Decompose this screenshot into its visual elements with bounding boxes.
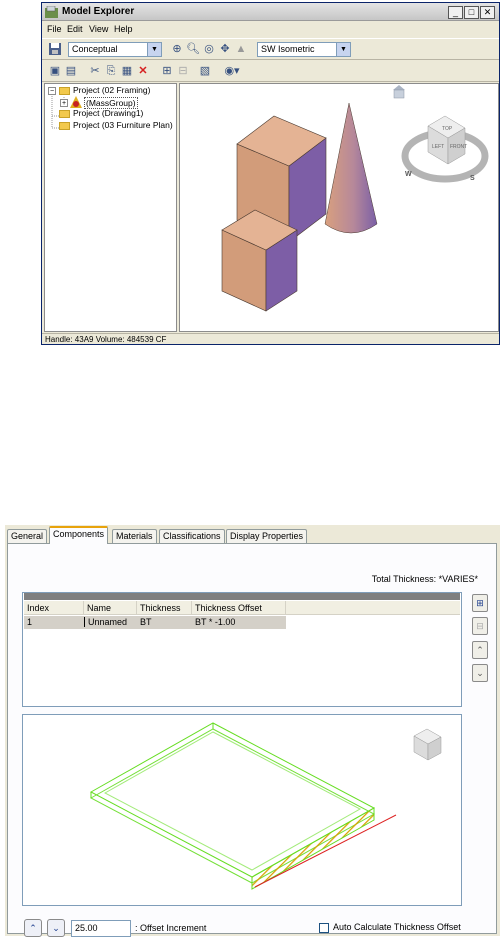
toolbar-edit: ▣ ▤ ✂ ⎘ ▦ ✕ ⊞ ⊟ ▧ ◉▾ [42,61,499,82]
table-header: Index Name Thickness Thickness Offset [24,601,460,615]
pan-icon[interactable]: ✥ [218,42,232,56]
column-header-index[interactable]: Index [24,601,84,615]
properties-icon[interactable]: ▧ [198,64,212,78]
column-header-thickness-offset[interactable]: Thickness Offset [192,601,286,615]
project-folder-icon [59,87,70,95]
properties-dialog: General Components Materials Classificat… [5,525,500,937]
3d-viewport[interactable]: TOP LEFT FRONT W S [179,83,499,332]
components-panel: Total Thickness: *VARIES* Index Name Thi… [7,543,497,937]
status-bar: Handle: 43A9 Volume: 484539 CF [42,333,499,345]
display-style-value: Conceptual [72,44,118,54]
orbit-icon[interactable]: ◎ [202,42,216,56]
close-button[interactable]: ✕ [480,6,495,19]
home-icon[interactable] [393,85,405,99]
zoom-icon[interactable]: 🔍︎ [186,42,200,56]
increment-down-button[interactable]: ⌄ [47,919,65,937]
delete-icon[interactable]: ✕ [136,64,150,78]
camera-icon[interactable]: ▲ [234,42,248,56]
tab-general[interactable]: General [7,529,48,543]
auto-calc-label[interactable]: Auto Calculate Thickness Offset [333,922,461,932]
slab-wireframe [89,722,376,884]
add-component-button[interactable]: ⊞ [472,594,488,612]
tree-item-project-furniture[interactable]: Project (03 Furniture Plan) [73,120,173,130]
menu-view[interactable]: View [89,24,108,34]
column-header-thickness[interactable]: Thickness [137,601,192,615]
detach-icon[interactable]: ⊟ [176,64,190,78]
attach-icon[interactable]: ⊞ [160,64,174,78]
row-index: 1 [27,617,33,627]
visibility-dropdown-icon[interactable]: ◉▾ [220,64,244,78]
row-thickness[interactable]: BT [140,617,152,627]
component-preview[interactable] [22,714,462,906]
column-header-name[interactable]: Name [84,601,137,615]
compass-s-label: S [470,175,475,182]
move-down-button[interactable]: ⌄ [472,664,488,682]
copy-icon[interactable]: ⎘ [104,64,118,78]
tab-components[interactable]: Components [49,526,109,544]
components-table[interactable]: Index Name Thickness Thickness Offset 1 … [22,592,462,707]
total-thickness-label: Total Thickness: *VARIES* [371,574,478,584]
save-icon[interactable] [48,42,62,56]
zoom-extents-icon[interactable]: ⊕ [170,42,184,56]
table-top-bar [24,593,460,600]
expand-icon[interactable]: + [60,99,68,107]
compass-w-label: W [405,171,412,178]
app-icon [45,5,58,18]
view-direction-select[interactable]: SW Isometric ▼ [257,42,351,57]
menu-bar: File Edit View Help [42,22,499,37]
viewport-canvas: TOP LEFT FRONT W S [221,85,489,312]
viewcube-front-label: FRONT [450,144,467,150]
small-box[interactable] [221,209,298,312]
collapse-icon[interactable]: − [48,87,56,95]
paste-icon[interactable]: ▦ [120,64,134,78]
tree-item-project-framing[interactable]: Project (02 Framing) [73,85,150,95]
new-template-icon[interactable]: ▤ [64,64,78,78]
cone[interactable] [324,102,378,234]
display-style-select[interactable]: Conceptual ▼ [68,42,162,57]
viewcube-left-label: LEFT [432,144,444,150]
offset-line [254,814,397,888]
model-explorer-window: Model Explorer _ □ ✕ File Edit View Help… [41,2,500,345]
menu-edit[interactable]: Edit [67,24,83,34]
menu-help[interactable]: Help [114,24,133,34]
preview-canvas [89,722,442,890]
viewcube-top-label: TOP [442,126,453,132]
tab-display-properties[interactable]: Display Properties [226,529,308,543]
hatched-edge [251,807,375,890]
move-up-button[interactable]: ⌃ [472,641,488,659]
auto-calc-checkbox[interactable] [319,923,329,933]
window-title: Model Explorer [62,6,135,17]
view-direction-value: SW Isometric [261,44,315,54]
project-folder-icon [59,110,70,118]
menu-file[interactable]: File [47,24,62,34]
tab-classifications[interactable]: Classifications [159,529,225,543]
table-row[interactable] [24,616,286,629]
row-thickness-offset[interactable]: BT * -1.00 [195,617,235,627]
cut-icon[interactable]: ✂ [88,64,102,78]
chevron-down-icon: ▼ [336,43,350,56]
chevron-down-icon: ▼ [147,43,161,56]
tab-materials[interactable]: Materials [112,529,157,543]
model-tree[interactable]: − Project (02 Framing) + (MassGroup) Pro… [44,83,177,332]
viewcube-small[interactable] [413,728,442,761]
increment-up-button[interactable]: ⌃ [24,919,42,937]
minimize-button[interactable]: _ [448,6,463,19]
new-group-icon[interactable]: ▣ [48,64,62,78]
project-folder-icon [59,122,70,130]
viewcube[interactable]: TOP LEFT FRONT W S [401,115,489,183]
remove-component-button[interactable]: ⊟ [472,617,488,635]
tree-item-project-drawing1[interactable]: Project (Drawing1) [73,108,143,118]
mass-group-icon [70,96,82,108]
maximize-button[interactable]: □ [464,6,479,19]
offset-increment-input[interactable]: 25.00 [71,920,131,937]
offset-increment-label: : Offset Increment [135,923,207,933]
toolbar-view: Conceptual ▼ ⊕ 🔍︎ ◎ ✥ ▲ SW Isometric ▼ [42,38,499,60]
title-bar[interactable]: Model Explorer _ □ ✕ [42,3,499,21]
row-name[interactable]: Unnamed [84,617,127,627]
